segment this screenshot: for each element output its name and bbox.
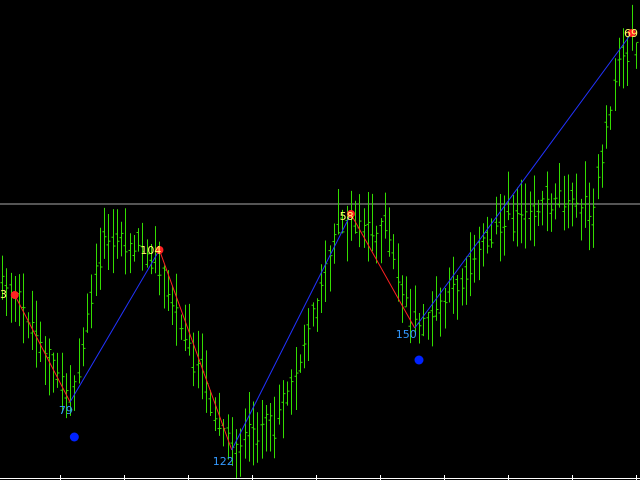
peak-marker [10,291,19,299]
trough-label: 79 [59,404,73,417]
chart-background [0,0,640,480]
trough-marker [414,355,424,365]
peak-label: 104 [140,244,161,257]
chart-root: 3 79 104 122 58 150 69 [0,0,640,480]
peak-label: 58 [340,210,354,223]
price-chart[interactable]: 3 79 104 122 58 150 69 [0,0,640,480]
peak-label: 3 [0,288,7,301]
trough-marker [69,432,79,442]
trough-label: 122 [213,455,234,468]
peak-label: 69 [624,27,638,40]
trough-label: 150 [396,328,417,341]
